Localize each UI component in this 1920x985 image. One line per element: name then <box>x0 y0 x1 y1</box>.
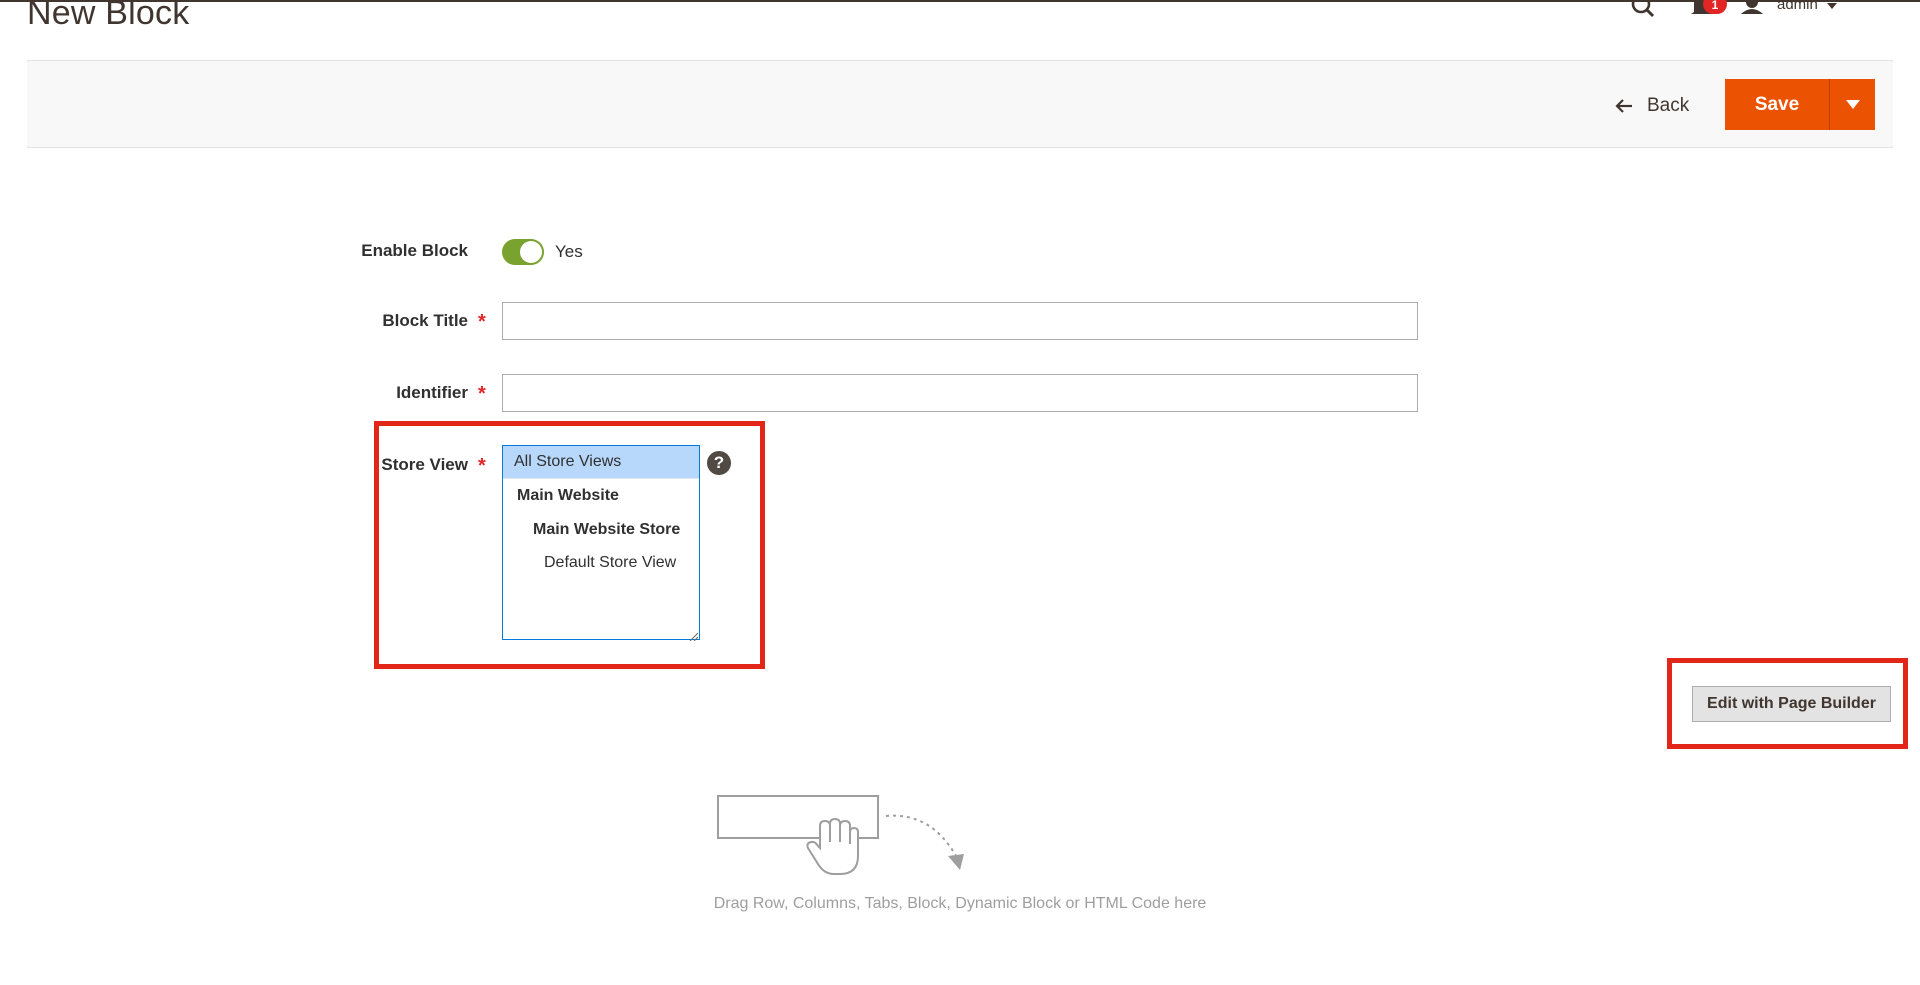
toggle-knob <box>520 241 542 263</box>
notification-badge[interactable]: 1 <box>1703 0 1727 14</box>
required-asterisk: * <box>478 455 486 477</box>
save-button-group: Save <box>1725 79 1875 130</box>
back-button[interactable]: Back <box>1615 86 1689 126</box>
store-view-option[interactable]: Default Store View <box>503 546 699 579</box>
block-title-label: Block Title <box>382 311 468 330</box>
store-view-option[interactable]: All Store Views <box>503 446 699 479</box>
drag-drop-illustration <box>716 790 976 905</box>
search-icon[interactable] <box>1631 0 1657 25</box>
back-label: Back <box>1647 95 1690 116</box>
edit-with-page-builder-button[interactable]: Edit with Page Builder <box>1692 686 1891 722</box>
help-icon[interactable]: ? <box>707 451 731 475</box>
enable-block-toggle[interactable] <box>502 239 544 265</box>
required-asterisk: * <box>478 383 486 405</box>
store-view-option[interactable]: Main Website Store <box>503 513 699 546</box>
enable-block-value: Yes <box>555 242 583 261</box>
chevron-down-icon[interactable] <box>1827 3 1837 9</box>
user-name[interactable]: admin <box>1777 0 1818 13</box>
resize-handle-icon[interactable] <box>688 628 699 642</box>
drop-zone-hint: Drag Row, Columns, Tabs, Block, Dynamic … <box>713 895 1207 912</box>
page-title: New Block <box>27 0 190 32</box>
store-view-option[interactable]: Main Website <box>503 479 699 512</box>
store-view-label: Store View <box>381 455 468 474</box>
block-title-input[interactable] <box>502 302 1418 340</box>
save-options-toggle[interactable] <box>1829 79 1875 130</box>
identifier-input[interactable] <box>502 374 1418 412</box>
enable-block-label: Enable Block <box>361 241 468 260</box>
arrow-left-icon <box>1615 98 1633 114</box>
store-view-multiselect[interactable]: All Store Views Main Website Main Websit… <box>502 445 700 642</box>
identifier-label: Identifier <box>396 383 468 402</box>
page-actions-bar: Back Save <box>27 60 1893 148</box>
save-button[interactable]: Save <box>1725 79 1829 130</box>
caret-down-icon <box>1845 100 1860 109</box>
user-icon[interactable] <box>1740 0 1764 21</box>
required-asterisk: * <box>478 311 486 333</box>
